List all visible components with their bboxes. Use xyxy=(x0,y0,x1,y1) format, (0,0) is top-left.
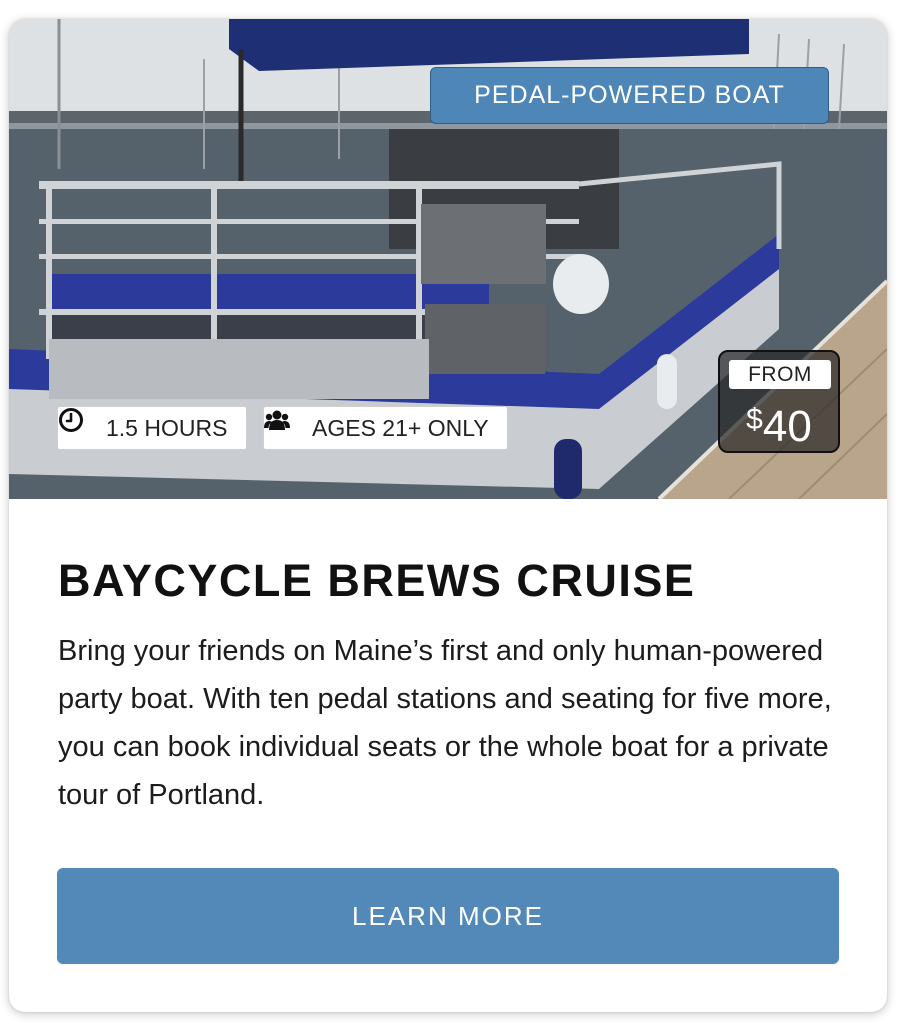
clock-icon xyxy=(59,408,98,441)
price-box: FROM $40 xyxy=(718,350,840,453)
duration-chip: 1.5 HOURS xyxy=(57,406,247,450)
price-currency: $ xyxy=(746,403,763,436)
category-badge: PEDAL-POWERED BOAT xyxy=(430,67,829,124)
tour-description: Bring your friends on Maine’s first and … xyxy=(58,635,832,811)
tour-title: BAYCYCLE BREWS CRUISE xyxy=(58,555,696,606)
price-from-label: FROM xyxy=(729,360,831,389)
ages-chip: AGES 21+ ONLY xyxy=(263,406,508,450)
price-amount: 40 xyxy=(762,402,812,451)
price-value: $40 xyxy=(720,394,838,453)
ages-label: AGES 21+ ONLY xyxy=(312,414,489,441)
boat-photo[interactable]: PEDAL-POWERED BOAT FROM $40 1.5 HOURS AG… xyxy=(9,19,887,499)
duration-label: 1.5 HOURS xyxy=(106,414,228,441)
tour-card: PEDAL-POWERED BOAT FROM $40 1.5 HOURS AG… xyxy=(9,19,887,1012)
learn-more-button[interactable]: LEARN MORE xyxy=(57,868,839,964)
group-icon xyxy=(264,410,304,441)
